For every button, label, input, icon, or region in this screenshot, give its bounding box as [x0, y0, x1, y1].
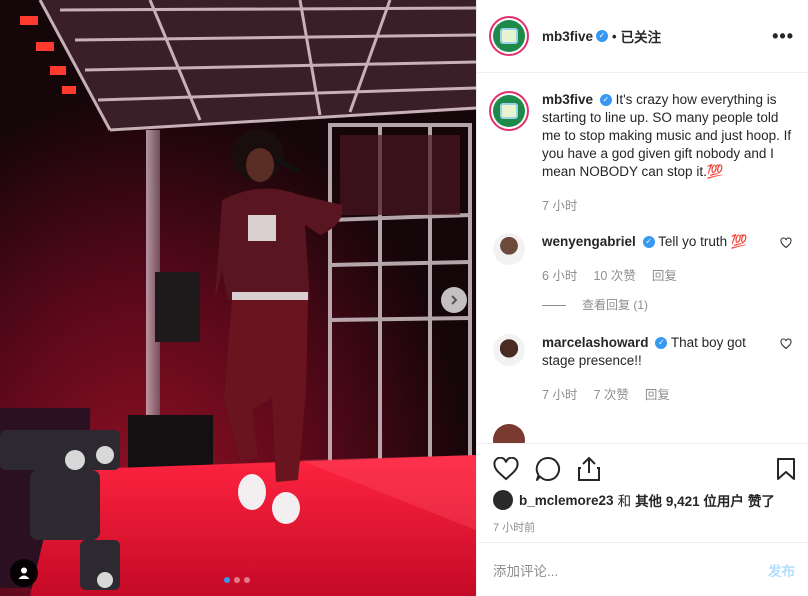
liked-by-others[interactable]: 其他 9,421 位用户: [635, 490, 744, 510]
divider: [542, 304, 566, 306]
reply-button[interactable]: 回复: [645, 386, 670, 404]
post-timestamp[interactable]: 7 小时前: [493, 519, 796, 535]
comment-text: Tell yo truth 💯: [658, 234, 748, 249]
share-icon[interactable]: [577, 456, 601, 482]
comment-likes[interactable]: 7 次赞: [593, 386, 628, 404]
comment-time[interactable]: 7 小时: [542, 386, 577, 404]
liked-by-suffix: 赞了: [747, 494, 775, 509]
heart-icon[interactable]: [493, 457, 519, 481]
next-slide-button[interactable]: [441, 287, 467, 313]
follow-status-button[interactable]: 已关注: [621, 26, 662, 46]
comment-time[interactable]: 6 小时: [542, 267, 577, 285]
verified-icon: ✓: [642, 236, 655, 249]
caption-username[interactable]: mb3five: [542, 92, 593, 107]
comment-username[interactable]: wenyengabriel: [542, 234, 636, 249]
brand-logo-icon: [500, 103, 518, 119]
avatar[interactable]: [489, 16, 529, 56]
comment-item: [489, 424, 792, 443]
comment-likes[interactable]: 10 次赞: [593, 267, 635, 285]
action-bar: b_mclemore23 和 其他 9,421 位用户 赞了 7 小时前: [477, 443, 808, 534]
avatar[interactable]: [493, 233, 525, 265]
post-header: mb3five ✓ • 已关注 •••: [477, 0, 808, 73]
comment-icon[interactable]: [535, 456, 561, 482]
heart-icon[interactable]: [780, 237, 792, 249]
verified-icon: ✓: [655, 337, 668, 350]
slide-dot: [224, 577, 230, 583]
liked-by-connector: 和: [617, 494, 632, 509]
post-photo[interactable]: [0, 0, 476, 596]
post-side-panel: mb3five ✓ • 已关注 ••• mb3five ✓ It's crazy…: [476, 0, 808, 596]
heart-icon[interactable]: [780, 338, 792, 350]
chevron-right-icon: [451, 295, 458, 305]
more-icon[interactable]: •••: [772, 27, 794, 45]
add-comment-bar: 添加评论... 发布: [477, 542, 808, 596]
user-tag-button[interactable]: [10, 559, 38, 587]
concert-photo: [0, 0, 476, 596]
view-replies-button[interactable]: 查看回复 (1): [542, 296, 770, 314]
avatar[interactable]: [493, 334, 525, 366]
avatar[interactable]: [493, 424, 525, 443]
caption: mb3five ✓ It's crazy how everything is s…: [489, 91, 792, 215]
instagram-post: mb3five ✓ • 已关注 ••• mb3five ✓ It's crazy…: [0, 0, 808, 596]
slide-dot: [234, 577, 240, 583]
user-tag-icon: [18, 567, 30, 579]
verified-icon: ✓: [596, 30, 609, 42]
verified-icon: ✓: [599, 94, 612, 107]
slide-dot: [244, 577, 250, 583]
avatar[interactable]: [489, 91, 529, 131]
comment-username[interactable]: marcelashoward: [542, 335, 649, 350]
liked-by-username[interactable]: b_mclemore23: [519, 493, 614, 508]
header-separator: •: [612, 28, 617, 44]
caption-time[interactable]: 7 小时: [542, 197, 577, 215]
slide-indicator: [224, 577, 250, 583]
liked-by: b_mclemore23 和 其他 9,421 位用户 赞了: [493, 490, 796, 510]
reply-button[interactable]: 回复: [652, 267, 677, 285]
header-username[interactable]: mb3five: [542, 29, 593, 44]
bookmark-icon[interactable]: [776, 457, 796, 481]
view-replies-label: 查看回复 (1): [582, 298, 649, 312]
post-comment-button[interactable]: 发布: [768, 560, 795, 580]
brand-logo-icon: [500, 28, 518, 44]
comments-list[interactable]: mb3five ✓ It's crazy how everything is s…: [477, 73, 808, 443]
avatar[interactable]: [493, 490, 513, 510]
comment-item: marcelashoward ✓ That boy got stage pres…: [489, 334, 792, 404]
comment-input[interactable]: 添加评论...: [493, 560, 768, 580]
comment-item: wenyengabriel ✓ Tell yo truth 💯 6 小时 10 …: [489, 233, 792, 314]
